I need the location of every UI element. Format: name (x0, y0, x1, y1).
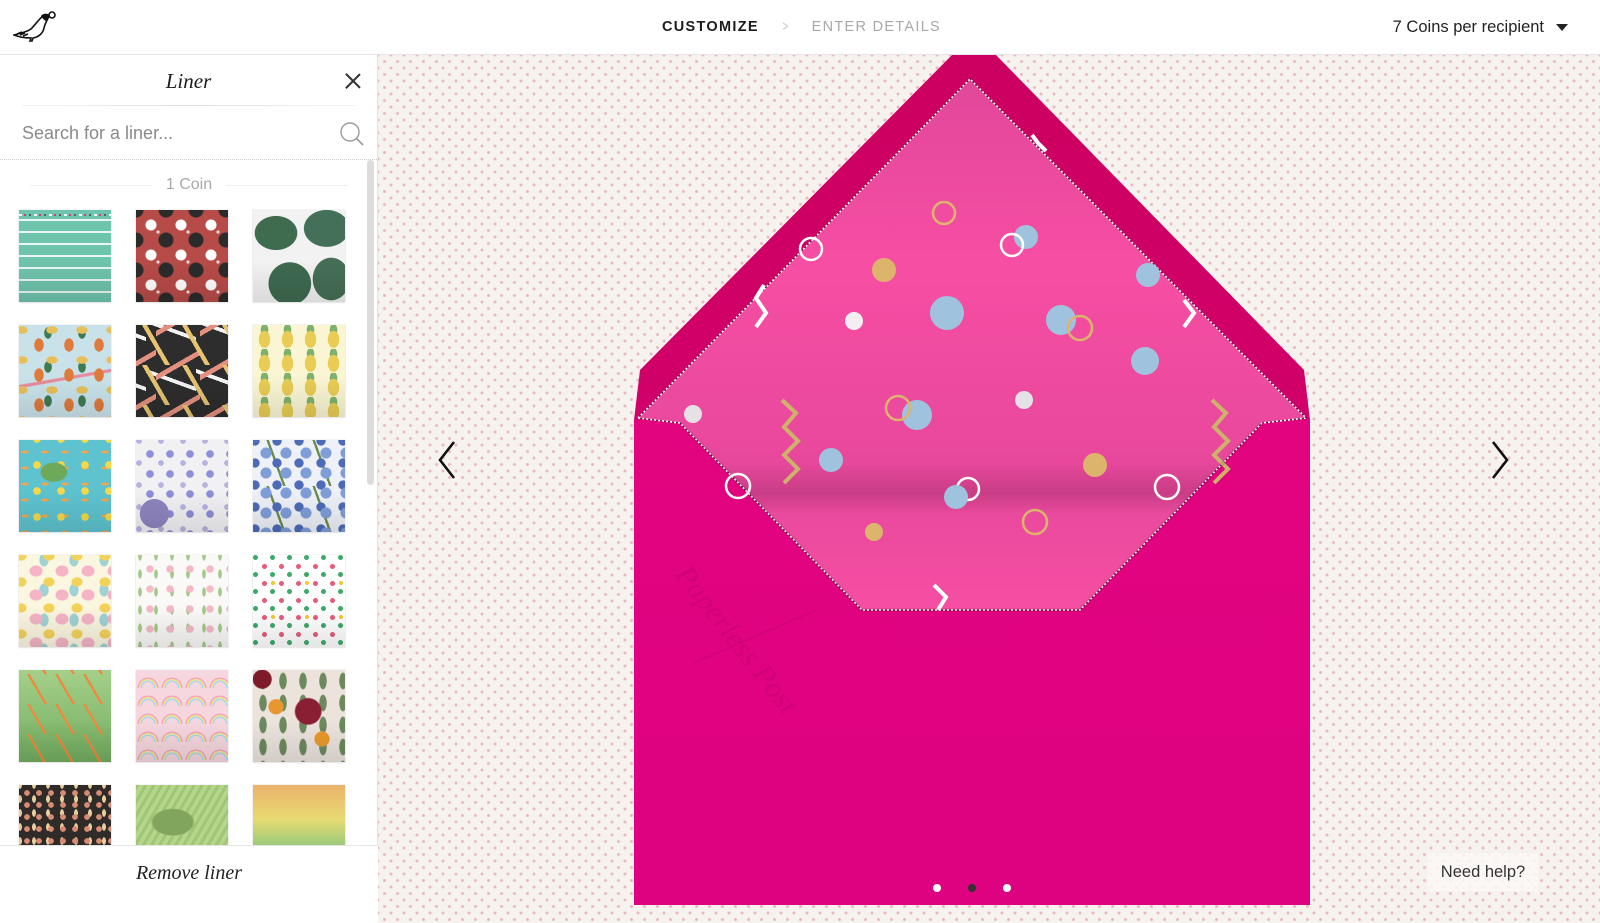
divider (22, 105, 355, 106)
liner-swatch-baby-clothes[interactable] (19, 555, 111, 647)
liner-swatch-palm-fronds[interactable] (136, 785, 228, 846)
liner-panel-header: Liner (0, 55, 377, 107)
top-bar: CUSTOMIZE > ENTER DETAILS 7 Coins per re… (0, 0, 1600, 55)
liner-swatch-pineapples[interactable] (253, 325, 345, 417)
liner-swatch-party-cocktails[interactable] (136, 325, 228, 417)
panel-title: Liner (165, 69, 212, 93)
envelope-graphic: Paperless Post (634, 55, 1310, 905)
section-label: 1 Coin (151, 176, 227, 193)
envelope: Paperless Post (634, 55, 1310, 905)
liner-swatch-monstera-leaves[interactable] (253, 210, 345, 302)
pagination-dot-3[interactable] (1003, 884, 1011, 892)
pagination-dot-1[interactable] (933, 884, 941, 892)
need-help-button[interactable]: Need help? (1428, 853, 1538, 891)
envelope-preview: Paperless Post Need help? (378, 55, 1600, 923)
chevron-left-icon[interactable] (434, 435, 464, 485)
checkout-steps: CUSTOMIZE > ENTER DETAILS (662, 18, 941, 35)
liner-swatch-autumn-bouquet[interactable] (253, 670, 345, 762)
liner-swatch-french-bulldog-cats[interactable] (136, 210, 228, 302)
step-customize[interactable]: CUSTOMIZE (662, 19, 759, 35)
liner-panel-footer: Remove liner (0, 845, 378, 923)
search-input[interactable] (22, 117, 332, 149)
liner-list-scrollbar[interactable] (367, 160, 374, 485)
liner-swatch-dark-floral[interactable] (19, 785, 111, 846)
liner-list: 1 Coin (0, 160, 378, 846)
liner-swatch-rainbow-polka-dots[interactable] (253, 555, 345, 647)
bird-logo-icon[interactable] (13, 10, 57, 44)
coins-label: 7 Coins per recipient (1392, 18, 1544, 36)
liner-panel: Liner 1 Coin (0, 55, 378, 923)
remove-liner-button[interactable]: Remove liner (0, 862, 378, 885)
liner-swatch-pressed-violets[interactable] (136, 440, 228, 532)
liner-grid (0, 204, 378, 846)
chevron-right-icon: > (782, 18, 789, 35)
liner-swatch-rainbows-on-pink[interactable] (136, 670, 228, 762)
step-enter-details[interactable]: ENTER DETAILS (812, 19, 941, 35)
liner-swatch-delicate-floral[interactable] (136, 555, 228, 647)
section-header: 1 Coin (0, 160, 378, 204)
liner-swatch-teal-typewriter-text[interactable] (19, 210, 111, 302)
liner-swatch-hydrangea-ferns[interactable] (253, 440, 345, 532)
liner-search (0, 107, 377, 160)
preview-pagination (933, 884, 1011, 892)
search-icon[interactable] (339, 121, 365, 147)
pagination-dot-2[interactable] (968, 884, 976, 892)
chevron-right-icon[interactable] (1483, 435, 1513, 485)
liner-swatch-sea-turtles[interactable] (19, 440, 111, 532)
liner-swatch-sunset-ombre[interactable] (253, 785, 345, 846)
liner-swatch-insects[interactable] (19, 325, 111, 417)
coins-per-recipient-dropdown[interactable]: 7 Coins per recipient (1393, 18, 1568, 37)
liner-swatch-carrots-on-green[interactable] (19, 670, 111, 762)
close-icon[interactable] (345, 73, 361, 89)
caret-down-icon (1556, 24, 1568, 31)
